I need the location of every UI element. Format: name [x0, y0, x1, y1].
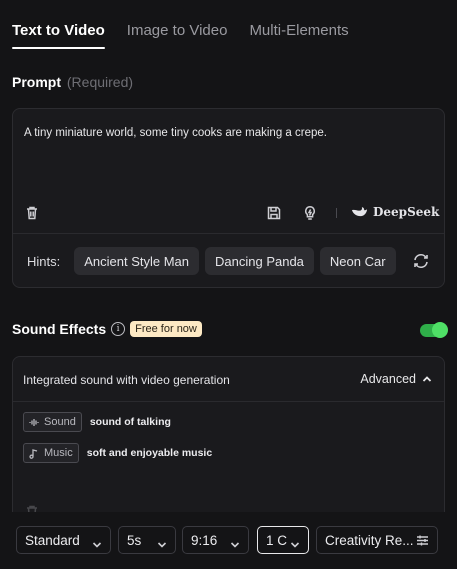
- music-note-icon: [29, 448, 38, 459]
- waveform-icon: [29, 418, 39, 426]
- duration-value: 5s: [127, 532, 142, 548]
- toolbar-divider: [336, 208, 337, 218]
- aspect-ratio-value: 9:16: [191, 532, 218, 548]
- chevron-down-icon: [290, 537, 300, 548]
- mode-tabs: Text to Video Image to Video Multi-Eleme…: [12, 22, 349, 49]
- sound-tag-label: Sound: [44, 416, 76, 428]
- tab-multi-elements[interactable]: Multi-Elements: [249, 22, 348, 39]
- chevron-up-icon: [422, 376, 432, 382]
- refresh-hints-icon[interactable]: [412, 252, 430, 270]
- toggle-knob: [432, 322, 448, 338]
- advanced-label: Advanced: [360, 372, 416, 386]
- prompt-title: Prompt: [12, 74, 61, 90]
- chevron-down-icon: [230, 537, 240, 548]
- prompt-heading: Prompt (Required): [12, 74, 133, 90]
- bulb-icon[interactable]: [301, 204, 319, 222]
- hint-chip[interactable]: Neon Car: [319, 247, 396, 275]
- sound-effects-header: Sound Effects i Free for now: [12, 321, 202, 337]
- hints-divider: [13, 233, 444, 234]
- music-description[interactable]: soft and enjoyable music: [87, 447, 212, 459]
- sound-tag[interactable]: Sound: [23, 412, 82, 432]
- tab-text-to-video[interactable]: Text to Video: [12, 22, 105, 49]
- hint-chip[interactable]: Ancient Style Man: [74, 247, 200, 275]
- generation-settings-bar: Standard 5s 9:16 1 C Creativity Re...: [0, 512, 457, 569]
- aspect-ratio-select[interactable]: 9:16: [182, 526, 249, 554]
- hints-label: Hints:: [27, 253, 61, 269]
- prompt-required-note: (Required): [66, 74, 134, 90]
- duration-select[interactable]: 5s: [118, 526, 176, 554]
- trash-icon[interactable]: [23, 204, 41, 222]
- sound-row: Sound sound of talking: [23, 412, 171, 432]
- creativity-select[interactable]: Creativity Re...: [316, 526, 438, 554]
- count-select[interactable]: 1 C: [257, 526, 309, 554]
- deepseek-label: DeepSeek: [373, 205, 440, 219]
- integrated-sound-label: Integrated sound with video generation: [23, 373, 230, 387]
- deepseek-button[interactable]: DeepSeek: [351, 205, 439, 219]
- count-value: 1 C: [266, 532, 288, 548]
- chevron-down-icon: [157, 537, 167, 548]
- music-tag[interactable]: Music: [23, 443, 79, 463]
- quality-value: Standard: [25, 532, 80, 548]
- sound-card-header: Integrated sound with video generation A…: [13, 357, 444, 402]
- free-badge: Free for now: [130, 321, 202, 337]
- prompt-toolbar: DeepSeek: [13, 201, 444, 227]
- save-icon[interactable]: [265, 204, 283, 222]
- music-row: Music soft and enjoyable music: [23, 443, 212, 463]
- music-tag-label: Music: [44, 447, 73, 459]
- sliders-icon: [416, 534, 429, 547]
- tab-image-to-video[interactable]: Image to Video: [127, 22, 228, 39]
- sound-effects-toggle[interactable]: [420, 322, 448, 338]
- info-icon[interactable]: i: [111, 322, 126, 336]
- advanced-toggle[interactable]: Advanced: [360, 372, 432, 386]
- chevron-down-icon: [92, 537, 102, 548]
- hints-row: Hints: Ancient Style Man Dancing Panda N…: [27, 246, 444, 276]
- prompt-input[interactable]: A tiny miniature world, some tiny cooks …: [24, 127, 327, 139]
- prompt-card: A tiny miniature world, some tiny cooks …: [12, 108, 445, 288]
- quality-select[interactable]: Standard: [16, 526, 111, 554]
- sound-description[interactable]: sound of talking: [90, 416, 171, 428]
- creativity-value: Creativity Re...: [325, 532, 414, 548]
- sound-effects-title: Sound Effects: [12, 321, 107, 337]
- whale-icon: [351, 207, 368, 217]
- hint-chip[interactable]: Dancing Panda: [205, 247, 314, 275]
